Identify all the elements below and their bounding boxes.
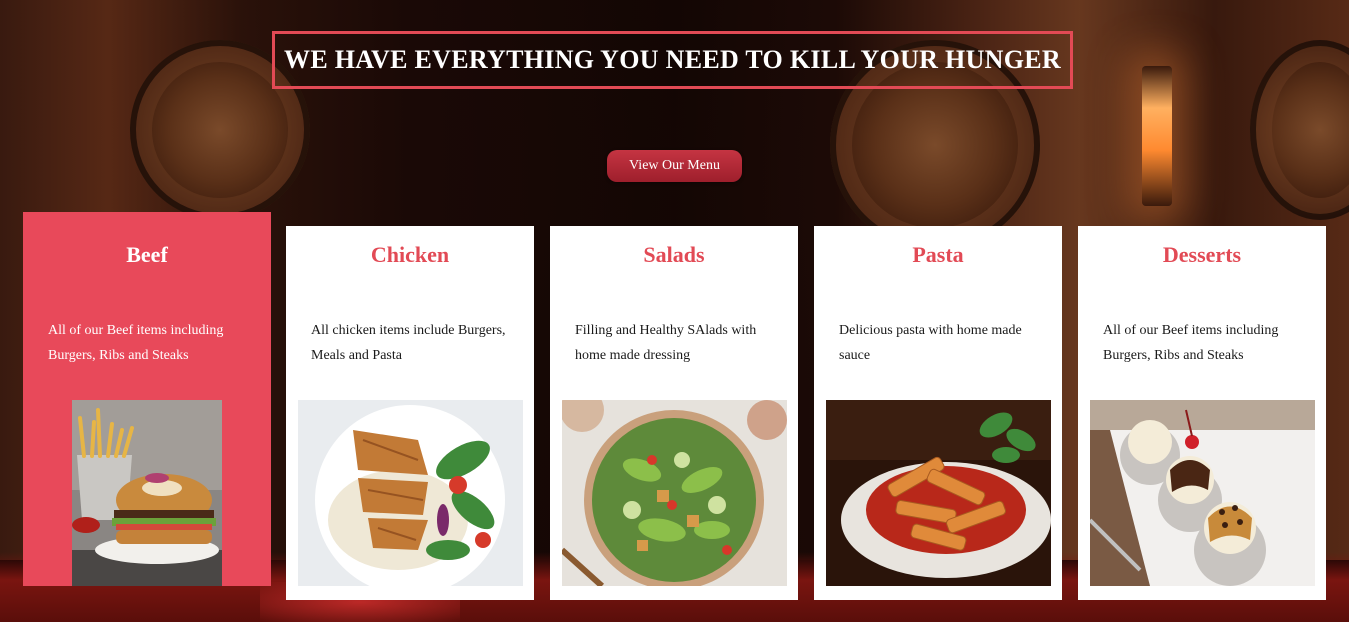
hero-headline: WE HAVE EVERYTHING YOU NEED TO KILL YOUR… — [272, 31, 1073, 89]
category-title: Chicken — [370, 242, 450, 267]
category-title: Beef — [126, 242, 168, 267]
salad-bowl-photo — [562, 400, 787, 586]
category-description: Delicious pasta with home made sauce — [839, 323, 1022, 363]
category-description: All chicken items include Burgers, Meals… — [311, 323, 506, 363]
category-card-desserts[interactable]: Desserts All of our Beef items including… — [1078, 226, 1326, 600]
category-card-pasta[interactable]: Pasta Delicious pasta with home made sau… — [814, 226, 1062, 600]
category-card-salads[interactable]: Salads Filling and Healthy SAlads with h… — [550, 226, 798, 600]
category-description: Filling and Healthy SAlads with home mad… — [575, 323, 757, 363]
category-card-chicken[interactable]: Chicken All chicken items include Burger… — [286, 226, 534, 600]
category-description: All of our Beef items including Burgers,… — [1103, 323, 1279, 363]
penne-pasta-photo — [826, 400, 1051, 586]
category-title: Salads — [643, 242, 705, 267]
category-title: Pasta — [912, 242, 964, 267]
category-card-beef[interactable]: Beef All of our Beef items including Bur… — [23, 212, 271, 586]
ice-cream-sundae-photo — [1090, 400, 1315, 586]
grilled-chicken-rice-photo — [298, 400, 523, 586]
burger-fries-photo — [72, 400, 222, 586]
category-title: Desserts — [1162, 242, 1242, 267]
view-menu-button[interactable]: View Our Menu — [607, 150, 742, 182]
category-description: All of our Beef items including Burgers,… — [48, 323, 224, 363]
wall-lamp — [1142, 66, 1172, 206]
